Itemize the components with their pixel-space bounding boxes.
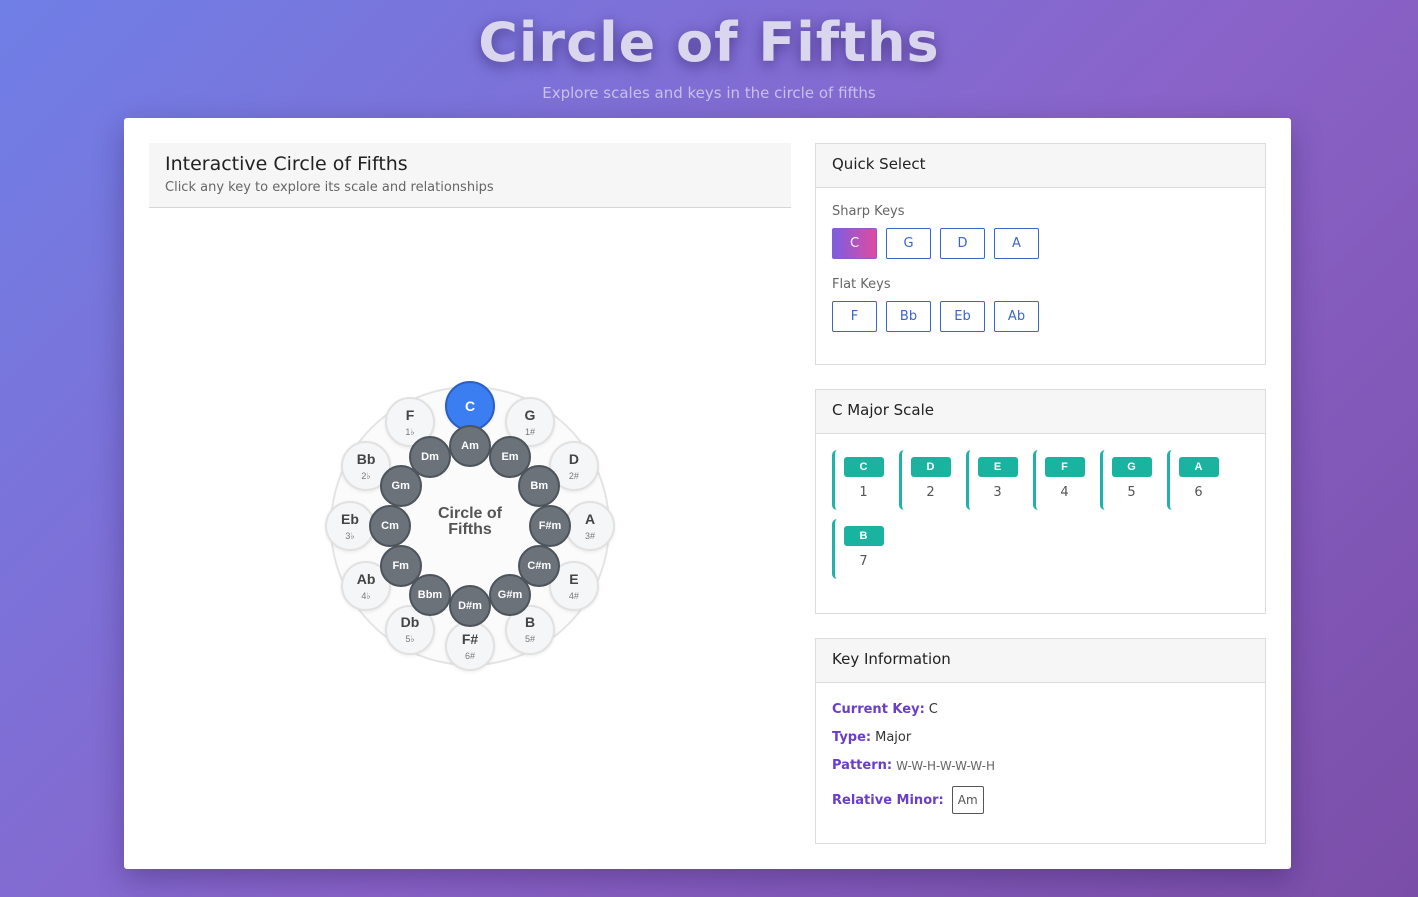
major-key-name: C (464, 397, 476, 414)
key-signature-label: 5# (524, 634, 535, 645)
major-key-name: Bb (356, 450, 376, 467)
key-signature-label: 6# (464, 650, 475, 661)
page-header: Circle of Fifths Explore scales and keys… (0, 10, 1418, 102)
sharp-key-button[interactable]: G (886, 228, 931, 259)
key-info-title: Key Information (816, 639, 1265, 683)
key-signature-label: 4# (568, 590, 579, 601)
circle-of-fifths-wheel: Circle of Fifths C G 1# D 2# A 3# E 4# B 5# F# 6# Db 5… (324, 380, 616, 672)
major-key-name: F (405, 406, 415, 423)
scale-note-badge: G (1111, 457, 1152, 477)
relative-minor-label: Relative Minor: (832, 792, 944, 808)
scale-notes: C1D2E3F4G5A6B7 (832, 450, 1242, 579)
major-key-name: A (584, 510, 596, 527)
major-key-name: G (524, 406, 536, 423)
major-key-name: Ab (356, 570, 376, 587)
quick-select-title: Quick Select (816, 144, 1265, 188)
relative-minor-button[interactable]: Am (951, 786, 984, 814)
major-key-name: F# (461, 630, 479, 647)
scale-note-badge: B (843, 526, 884, 546)
minor-key-node[interactable]: D#m (449, 585, 491, 627)
scale-note-badge: F (1044, 457, 1085, 477)
pattern-row: Pattern: W-W-H-W-W-W-H (832, 758, 1249, 773)
key-signature-label: 5♭ (405, 634, 415, 645)
flat-key-button[interactable]: Ab (994, 301, 1039, 332)
scale-degree: 5 (1127, 485, 1136, 500)
sharp-keys-label: Sharp Keys (832, 204, 905, 219)
key-signature-label: 3♭ (345, 530, 355, 541)
scale-degree: 2 (926, 485, 935, 500)
major-key-name: D (568, 450, 579, 467)
minor-key-node[interactable]: Bm (518, 465, 561, 507)
minor-key-node[interactable]: Cm (369, 505, 411, 547)
key-signature-label: 4♭ (361, 590, 371, 601)
key-signature-label: 1♭ (405, 426, 415, 437)
scale-note: B7 (832, 519, 892, 579)
scale-note: E3 (966, 450, 1026, 510)
minor-key-node[interactable]: Am (449, 425, 491, 467)
minor-key-node[interactable]: Fm (379, 545, 422, 587)
scale-note: G5 (1100, 450, 1160, 510)
key-signature-label: 3# (584, 530, 595, 541)
wheel-center-line-2: Fifths (448, 521, 492, 538)
major-key-node[interactable]: C (445, 381, 495, 431)
current-key-label: Current Key: (832, 702, 925, 717)
type-row: Type: Major (832, 730, 1249, 745)
scale-note: A6 (1167, 450, 1227, 510)
page-subtitle: Explore scales and keys in the circle of… (542, 84, 876, 102)
relative-minor-row: Relative Minor: Am (832, 786, 1249, 814)
wheel-center-line-1: Circle of (437, 505, 502, 522)
pattern-value: W-W-H-W-W-W-H (896, 758, 996, 773)
quick-select-panel: Quick Select Sharp Keys C G D A Flat Key… (815, 143, 1266, 365)
scale-degree: 7 (859, 554, 868, 569)
scale-note-badge: E (977, 457, 1018, 477)
scale-degree: 1 (859, 485, 868, 500)
type-label: Type: (832, 730, 872, 745)
sharp-key-button[interactable]: D (940, 228, 985, 259)
scale-degree: 6 (1194, 485, 1203, 500)
major-key-name: E (569, 570, 579, 587)
major-key-node[interactable]: Eb 3♭ (325, 501, 375, 551)
flat-keys-label: Flat Keys (832, 277, 891, 292)
circle-panel-subtitle: Click any key to explore its scale and r… (165, 180, 494, 195)
major-key-name: Db (400, 614, 420, 631)
flat-key-button[interactable]: F (832, 301, 877, 332)
sharp-key-button[interactable]: A (994, 228, 1039, 259)
key-info-panel: Key Information Current Key: C Type: Maj… (815, 638, 1266, 844)
scale-title: C Major Scale (816, 390, 1265, 434)
scale-note: F4 (1033, 450, 1093, 510)
minor-key-node[interactable]: F#m (529, 505, 571, 547)
scale-note-badge: A (1178, 457, 1219, 477)
page-title: Circle of Fifths (478, 11, 940, 74)
circle-panel-header: Interactive Circle of Fifths Click any k… (149, 143, 791, 208)
key-signature-label: 1# (524, 426, 535, 437)
scale-note: D2 (899, 450, 959, 510)
pattern-label: Pattern: (832, 758, 893, 773)
wheel-center-label: Circle of Fifths (420, 506, 520, 538)
scale-degree: 4 (1060, 485, 1069, 500)
scale-panel: C Major Scale C1D2E3F4G5A6B7 (815, 389, 1266, 614)
major-key-node[interactable]: A 3# (565, 501, 615, 551)
major-key-name: Eb (341, 510, 359, 527)
current-key-value: C (928, 702, 938, 717)
flat-key-button[interactable]: Eb (940, 301, 985, 332)
minor-key-node[interactable]: G#m (489, 574, 531, 617)
sharp-key-button[interactable]: C (832, 228, 877, 259)
major-key-name: B (524, 614, 536, 631)
key-signature-label: 2# (568, 470, 579, 481)
sharp-keys-row: C G D A (832, 228, 1249, 259)
scale-note: C1 (832, 450, 892, 510)
flat-keys-row: F Bb Eb Ab (832, 301, 1249, 332)
scale-degree: 3 (993, 485, 1002, 500)
major-key-node[interactable]: F# 6# (445, 621, 495, 671)
circle-panel-title: Interactive Circle of Fifths (165, 153, 408, 175)
key-signature-label: 2♭ (361, 470, 371, 481)
current-key-row: Current Key: C (832, 702, 1249, 717)
main-card: Interactive Circle of Fifths Click any k… (124, 118, 1291, 869)
minor-key-node[interactable]: Dm (409, 435, 451, 478)
type-value: Major (875, 730, 912, 745)
scale-note-badge: C (843, 457, 884, 477)
flat-key-button[interactable]: Bb (886, 301, 931, 332)
scale-note-badge: D (910, 457, 951, 477)
